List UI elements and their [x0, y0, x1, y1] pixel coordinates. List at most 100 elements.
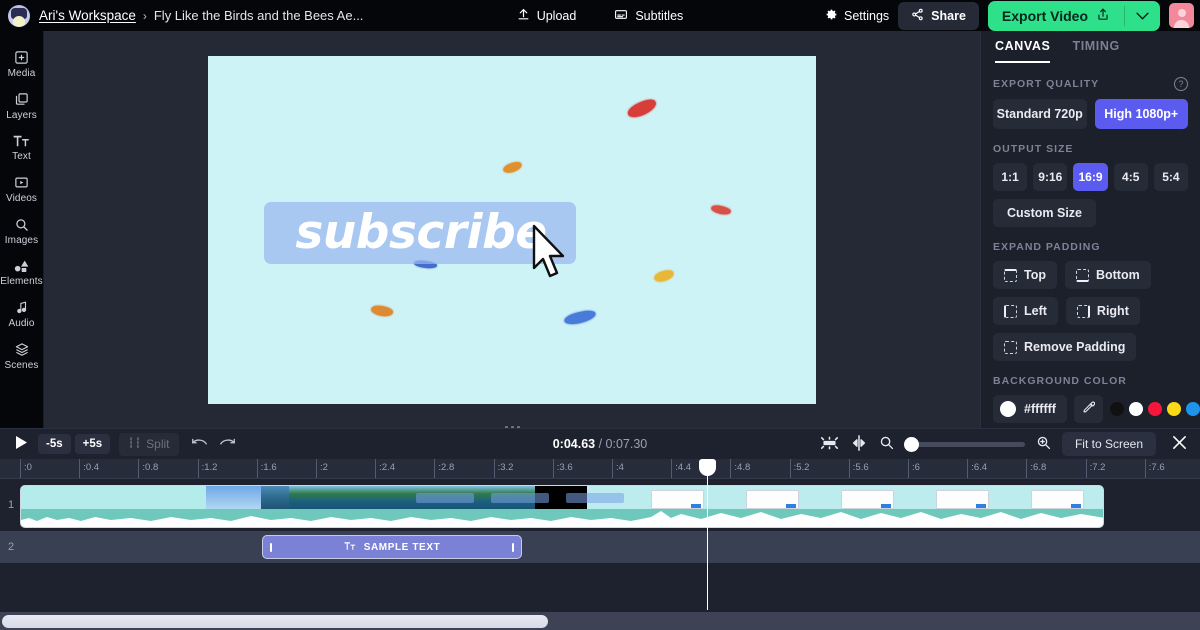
- sidebar-item-elements[interactable]: Elements: [0, 252, 43, 293]
- ruler-tick: :3.6: [552, 459, 573, 478]
- background-hex-field[interactable]: #ffffff: [993, 395, 1067, 423]
- size-16-9-button[interactable]: 16:9: [1073, 163, 1108, 191]
- fit-to-screen-button[interactable]: Fit to Screen: [1061, 432, 1156, 456]
- color-swatch-red[interactable]: [1147, 402, 1162, 416]
- size-1-1-button[interactable]: 1:1: [993, 163, 1028, 191]
- subscribe-text[interactable]: subscribe: [266, 200, 576, 266]
- top-bar: Ari's Workspace › Fly Like the Birds and…: [0, 0, 1200, 31]
- waveform-svg: [21, 511, 1103, 527]
- zoom-slider-handle[interactable]: [903, 436, 919, 452]
- skip-forward-5s-button[interactable]: +5s: [74, 434, 111, 454]
- background-color-header: BACKGROUND COLOR: [993, 375, 1188, 387]
- undo-button[interactable]: [192, 437, 208, 452]
- clip-handle-left[interactable]: [270, 542, 272, 552]
- quality-standard-720p-button[interactable]: Standard 720p: [993, 99, 1087, 129]
- close-timeline-button[interactable]: [1167, 434, 1192, 454]
- clip-handle-right[interactable]: [512, 542, 514, 552]
- undo-icon: [192, 437, 208, 452]
- text-clip[interactable]: SAMPLE TEXT: [262, 535, 522, 559]
- video-clip[interactable]: [20, 485, 1104, 528]
- export-video-group[interactable]: Export Video: [987, 0, 1160, 31]
- ruler-tick-label: :6: [912, 462, 920, 473]
- video-canvas[interactable]: subscribe: [208, 55, 816, 404]
- video-icon: [14, 175, 29, 190]
- timeline-ruler[interactable]: :0:0.4:0.8:1.2:1.6:2:2.4:2.8:3.2:3.6:4:4…: [0, 459, 1200, 479]
- padding-right-label: Right: [1096, 304, 1129, 318]
- ruler-tick: :1.2: [197, 459, 217, 478]
- user-avatar[interactable]: [1169, 3, 1194, 28]
- export-video-button[interactable]: Export Video: [988, 1, 1124, 31]
- bird-silhouette: [653, 268, 675, 283]
- sidebar-item-scenes[interactable]: Scenes: [0, 335, 43, 377]
- upload-button[interactable]: Upload: [517, 8, 576, 24]
- play-button[interactable]: [8, 433, 34, 455]
- horizontal-scrollbar-thumb[interactable]: [2, 615, 548, 628]
- zoom-in-icon[interactable]: [1036, 435, 1051, 453]
- clip-thumbnail-doc-accent: [786, 504, 796, 508]
- color-swatch-white[interactable]: [1128, 402, 1143, 416]
- preview-stage[interactable]: subscribe: [44, 31, 980, 432]
- quality-high-1080p-button[interactable]: High 1080p+: [1094, 99, 1188, 129]
- ruler-tick-label: :4.8: [734, 462, 751, 473]
- ruler-tick-label: :0.4: [83, 462, 100, 473]
- ruler-tick-label: :3.2: [497, 462, 514, 473]
- color-swatch-blue[interactable]: [1185, 402, 1200, 416]
- help-icon[interactable]: ?: [1174, 77, 1188, 91]
- music-note-icon: [15, 300, 29, 315]
- subtitles-button[interactable]: Subtitles: [614, 8, 683, 24]
- padding-right-button[interactable]: Right: [1065, 297, 1140, 325]
- redo-button[interactable]: [220, 437, 236, 452]
- ruler-tick: :4.8: [730, 459, 750, 478]
- sidebar-item-layers[interactable]: Layers: [0, 85, 43, 127]
- sidebar-item-audio[interactable]: Audio: [0, 293, 43, 335]
- ruler-tick-label: :1.2: [201, 462, 218, 473]
- clip-thumbnail-doc-accent: [881, 504, 891, 508]
- zoom-out-icon[interactable]: [879, 435, 894, 453]
- custom-size-button[interactable]: Custom Size: [993, 199, 1097, 227]
- text-clip-icon: [344, 541, 356, 554]
- clip-thumbnail-doc-accent: [976, 504, 986, 508]
- padding-bottom-button[interactable]: Bottom: [1064, 261, 1151, 289]
- current-color-swatch: [1000, 401, 1016, 417]
- export-video-label: Export Video: [1001, 7, 1088, 24]
- size-9-16-button[interactable]: 9:16: [1033, 163, 1068, 191]
- sidebar-item-media[interactable]: Media: [0, 43, 43, 85]
- padding-top-button[interactable]: Top: [993, 261, 1057, 289]
- share-icon: [911, 8, 924, 24]
- settings-button[interactable]: Settings: [825, 8, 889, 24]
- output-size-header: OUTPUT SIZE: [993, 143, 1188, 155]
- clip-thumbnail-overlay: [491, 493, 549, 503]
- breadcrumb-project-title[interactable]: Fly Like the Birds and the Bees Ae...: [154, 8, 364, 23]
- output-size-options: 1:1 9:16 16:9 4:5 5:4: [993, 163, 1189, 191]
- tab-canvas[interactable]: CANVAS: [995, 39, 1051, 63]
- size-4-5-button[interactable]: 4:5: [1113, 163, 1148, 191]
- zoom-slider[interactable]: [903, 436, 1025, 452]
- sidebar-item-images[interactable]: Images: [0, 210, 43, 252]
- color-swatch-black[interactable]: [1109, 402, 1124, 416]
- collapse-clips-icon[interactable]: [820, 435, 839, 454]
- eyedropper-button[interactable]: [1073, 395, 1103, 423]
- sidebar-item-label: Images: [4, 235, 39, 246]
- export-dropdown-button[interactable]: [1125, 2, 1160, 29]
- padding-right-icon: [1076, 304, 1090, 318]
- sidebar-item-text[interactable]: Text: [0, 127, 43, 168]
- sidebar-item-videos[interactable]: Videos: [0, 168, 43, 210]
- share-button[interactable]: Share: [898, 1, 979, 30]
- size-5-4-button[interactable]: 5:4: [1153, 163, 1189, 191]
- padding-left-button[interactable]: Left: [993, 297, 1058, 325]
- skip-back-5s-button[interactable]: -5s: [38, 434, 71, 454]
- remove-padding-button[interactable]: Remove Padding: [993, 333, 1137, 361]
- clip-thumbnail-doc-accent: [691, 504, 701, 508]
- breadcrumb-workspace[interactable]: Ari's Workspace: [39, 8, 136, 23]
- split-button[interactable]: Split: [119, 432, 180, 456]
- ruler-tick-label: :0.8: [142, 462, 159, 473]
- split-view-icon[interactable]: [850, 434, 868, 454]
- canvas-settings-panel: CANVAS TIMING EXPORT QUALITY ? Standard …: [980, 31, 1200, 432]
- color-swatch-yellow[interactable]: [1166, 402, 1181, 416]
- clip-thumbnail-overlay: [416, 493, 474, 503]
- tab-timing[interactable]: TIMING: [1072, 39, 1119, 63]
- redo-icon: [220, 437, 236, 452]
- horizontal-scrollbar-track[interactable]: [0, 612, 1200, 630]
- timeline-toolbar: -5s +5s Split 0:04.63 / 0:07.30 Fit to S…: [0, 428, 1200, 459]
- ruler-tick: :2.8: [434, 459, 454, 478]
